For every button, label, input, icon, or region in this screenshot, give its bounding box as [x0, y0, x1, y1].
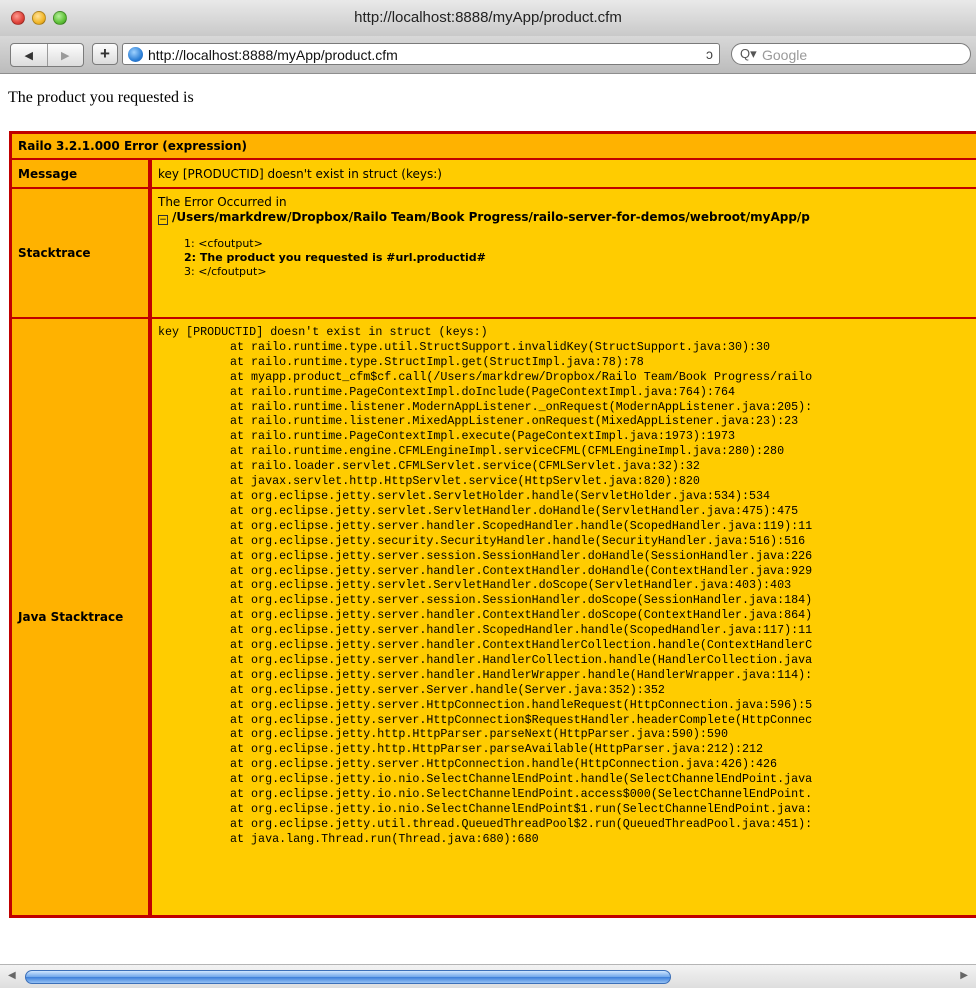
error-title: Railo 3.2.1.000 Error (expression): [12, 134, 976, 158]
stacktrace-line: at org.eclipse.jetty.server.handler.Scop…: [230, 518, 813, 533]
stacktrace-label: Stacktrace: [12, 189, 148, 317]
stacktrace-line: at org.eclipse.jetty.io.nio.SelectChanne…: [230, 787, 813, 802]
page-intro-text: The product you requested is: [8, 89, 194, 106]
stacktrace-path: /Users/markdrew/Dropbox/Railo Team/Book …: [172, 210, 810, 224]
reload-icon[interactable]: ↄ: [706, 46, 713, 62]
stacktrace-line: at org.eclipse.jetty.security.SecurityHa…: [230, 533, 806, 548]
stacktrace-line: at railo.runtime.PageContextImpl.execute…: [230, 429, 735, 444]
address-bar-url: http://localhost:8888/myApp/product.cfm: [148, 47, 398, 63]
code-line: 1: <cfoutput>: [184, 237, 263, 250]
back-button[interactable]: ◀: [11, 44, 47, 66]
search-field[interactable]: Q▾ Google: [731, 43, 971, 65]
scroll-left-arrow-icon[interactable]: ◀: [8, 970, 16, 981]
stacktrace-line: at railo.loader.servlet.CFMLServlet.serv…: [230, 459, 700, 474]
stacktrace-line: at org.eclipse.jetty.io.nio.SelectChanne…: [230, 802, 813, 816]
stacktrace-line: at org.eclipse.jetty.http.HttpParser.par…: [230, 742, 764, 757]
address-bar[interactable]: http://localhost:8888/myApp/product.cfm …: [122, 43, 720, 65]
message-label: Message: [12, 160, 148, 187]
stacktrace-line: at org.eclipse.jetty.servlet.ServletHand…: [230, 503, 799, 518]
stacktrace-line: at org.eclipse.jetty.server.HttpConnecti…: [230, 712, 813, 727]
code-line: 3: </cfoutput>: [184, 265, 267, 278]
stacktrace-line: at org.eclipse.jetty.server.session.Sess…: [230, 593, 813, 608]
code-excerpt: 1: <cfoutput> 2: The product you request…: [158, 237, 976, 279]
java-stacktrace-lines: at railo.runtime.type.util.StructSupport…: [158, 340, 976, 847]
stacktrace-line: at railo.runtime.type.StructImpl.get(Str…: [230, 354, 644, 369]
back-arrow-icon: ◀: [24, 49, 33, 62]
forward-arrow-icon: ▶: [61, 49, 70, 62]
search-icon[interactable]: Q▾: [740, 46, 757, 62]
error-message: key [PRODUCTID] doesn't exist in struct …: [152, 160, 976, 187]
stacktrace-line: at org.eclipse.jetty.server.handler.Cont…: [230, 638, 813, 653]
stacktrace-content: The Error Occurred in −/Users/markdrew/D…: [152, 189, 976, 317]
stacktrace-line: at org.eclipse.jetty.servlet.ServletHand…: [230, 578, 792, 593]
stacktrace-line: at org.eclipse.jetty.server.session.Sess…: [230, 548, 813, 563]
scroll-right-arrow-icon[interactable]: ▶: [960, 970, 968, 981]
stacktrace-line: at org.eclipse.jetty.server.handler.Cont…: [230, 608, 813, 623]
stacktrace-line: at java.lang.Thread.run(Thread.java:680)…: [230, 831, 539, 846]
stacktrace-intro: The Error Occurred in: [158, 195, 287, 209]
scrollbar-thumb[interactable]: [25, 970, 671, 984]
forward-button[interactable]: ▶: [46, 44, 84, 66]
stacktrace-line: at myapp.product_cfm$cf.call(/Users/mark…: [230, 369, 813, 384]
stacktrace-line: at org.eclipse.jetty.servlet.ServletHold…: [230, 488, 771, 503]
stacktrace-line: at javax.servlet.http.HttpServlet.servic…: [230, 474, 700, 489]
stacktrace-line: at railo.runtime.engine.CFMLEngineImpl.s…: [230, 444, 785, 459]
error-message-row: Message key [PRODUCTID] doesn't exist in…: [12, 158, 976, 187]
error-title-row: Railo 3.2.1.000 Error (expression): [12, 134, 976, 158]
error-table: Railo 3.2.1.000 Error (expression) Messa…: [9, 131, 976, 918]
globe-icon: [128, 47, 143, 62]
history-nav-group: ◀ ▶: [10, 43, 84, 67]
window-title: http://localhost:8888/myApp/product.cfm: [354, 9, 622, 26]
java-stacktrace-row: Java Stacktrace key [PRODUCTID] doesn't …: [12, 317, 976, 915]
horizontal-scrollbar[interactable]: ◀ ▶: [0, 964, 976, 988]
add-bookmark-button[interactable]: +: [92, 43, 118, 65]
stacktrace-line: at railo.runtime.type.util.StructSupport…: [230, 339, 771, 354]
stacktrace-line: at org.eclipse.jetty.server.HttpConnecti…: [230, 697, 813, 712]
stacktrace-line: at org.eclipse.jetty.util.thread.QueuedT…: [230, 816, 813, 831]
stacktrace-line: at org.eclipse.jetty.server.handler.Hand…: [230, 667, 813, 682]
browser-toolbar: ◀ ▶ + http://localhost:8888/myApp/produc…: [0, 36, 976, 74]
code-line-error: 2: The product you requested is #url.pro…: [184, 251, 486, 264]
stacktrace-row: Stacktrace The Error Occurred in −/Users…: [12, 187, 976, 317]
stacktrace-line: at org.eclipse.jetty.server.handler.Hand…: [230, 652, 813, 667]
stacktrace-line: at org.eclipse.jetty.server.handler.Cont…: [230, 563, 813, 578]
page-viewport: The product you requested is Railo 3.2.1…: [0, 74, 976, 964]
java-stacktrace-content: key [PRODUCTID] doesn't exist in struct …: [152, 319, 976, 915]
java-stacktrace-head: key [PRODUCTID] doesn't exist in struct …: [158, 325, 488, 339]
stacktrace-line: at railo.runtime.listener.MixedAppListen…: [230, 414, 799, 429]
stacktrace-line: at org.eclipse.jetty.server.Server.handl…: [230, 682, 665, 697]
stacktrace-line: at org.eclipse.jetty.server.HttpConnecti…: [230, 757, 778, 772]
plus-icon: +: [100, 44, 110, 63]
stacktrace-line: at railo.runtime.PageContextImpl.doInclu…: [230, 384, 735, 399]
stacktrace-line: at org.eclipse.jetty.io.nio.SelectChanne…: [230, 772, 813, 787]
title-bar: http://localhost:8888/myApp/product.cfm: [0, 0, 976, 37]
stacktrace-line: at railo.runtime.listener.ModernAppListe…: [230, 399, 813, 414]
stacktrace-line: at org.eclipse.jetty.server.handler.Scop…: [230, 623, 813, 638]
search-placeholder: Google: [762, 47, 808, 63]
stacktrace-line: at org.eclipse.jetty.http.HttpParser.par…: [230, 727, 728, 742]
collapse-toggle-icon[interactable]: −: [158, 215, 168, 225]
java-stacktrace-label: Java Stacktrace: [12, 319, 148, 915]
